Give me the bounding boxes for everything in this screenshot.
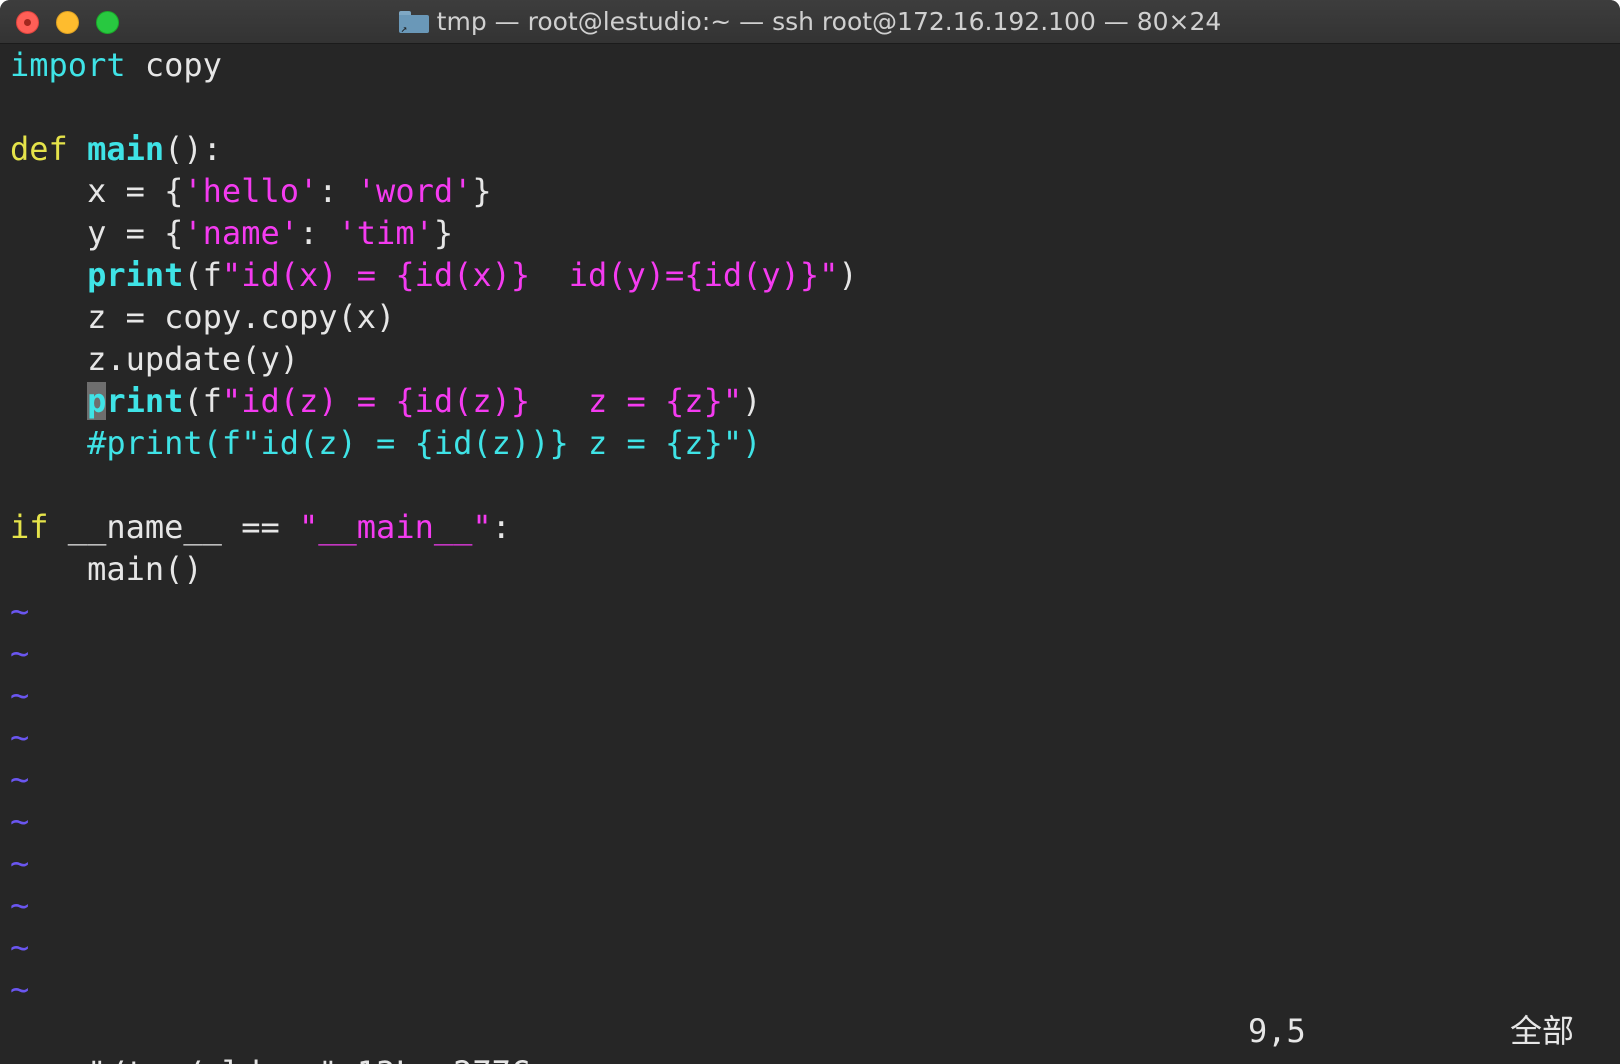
code-token: def — [10, 130, 68, 168]
code-token: ) — [838, 256, 858, 294]
code-token: 'word' — [356, 172, 473, 210]
code-token: print — [87, 256, 184, 294]
code-token: copy — [125, 46, 222, 84]
empty-line-marker[interactable]: ~ — [10, 590, 1620, 632]
code-line[interactable]: z = copy.copy(x) — [10, 296, 1620, 338]
code-token: ~ — [10, 886, 30, 924]
code-token: ~ — [10, 718, 30, 756]
code-token: ~ — [10, 676, 30, 714]
editor-buffer[interactable]: import copy def main(): x = {'hello': 'wo… — [10, 44, 1620, 1010]
code-line[interactable]: print(f"id(x) = {id(x)} id(y)={id(y)}") — [10, 254, 1620, 296]
title-bar[interactable]: ↗ tmp — root@lestudio:~ — ssh root@172.1… — [0, 0, 1620, 44]
empty-line-marker[interactable]: ~ — [10, 968, 1620, 1010]
empty-line-marker[interactable]: ~ — [10, 926, 1620, 968]
code-token: main — [87, 130, 165, 168]
code-token: ~ — [10, 592, 30, 630]
code-line[interactable]: y = {'name': 'tim'} — [10, 212, 1620, 254]
empty-line-marker[interactable]: ~ — [10, 632, 1620, 674]
code-token: y = { — [10, 214, 184, 252]
file-info: "/tmp/old.py" 13L, 277C — [87, 1054, 530, 1064]
window-title-container: ↗ tmp — root@lestudio:~ — ssh root@172.1… — [0, 0, 1620, 44]
code-token: import — [10, 46, 126, 84]
code-token: "__main__" — [298, 508, 492, 546]
code-line[interactable] — [10, 86, 1620, 128]
window-title: tmp — root@lestudio:~ — ssh root@172.16.… — [436, 7, 1222, 36]
empty-line-marker[interactable]: ~ — [10, 842, 1620, 884]
code-line[interactable] — [10, 464, 1620, 506]
code-token: ~ — [10, 970, 30, 1008]
code-line[interactable]: x = {'hello': 'word'} — [10, 170, 1620, 212]
code-token: (): — [164, 130, 222, 168]
code-token: ~ — [10, 760, 30, 798]
code-token: ~ — [10, 844, 30, 882]
code-token: } — [433, 214, 454, 252]
empty-line-marker[interactable]: ~ — [10, 716, 1620, 758]
scroll-indicator: 全部 — [1510, 1012, 1575, 1050]
code-token: #print(f"id(z) = {id(z))} z = {z}") — [10, 424, 762, 462]
code-token: z = copy.copy(x) — [10, 298, 396, 336]
code-token: ~ — [10, 928, 30, 966]
code-token: ) — [742, 382, 762, 420]
code-token: : — [318, 172, 357, 210]
code-token: rint — [106, 382, 184, 420]
empty-line-marker[interactable]: ~ — [10, 674, 1620, 716]
code-token: } — [472, 172, 492, 210]
code-line[interactable]: import copy — [10, 44, 1620, 86]
code-token: (f — [183, 382, 222, 420]
code-token: ~ — [10, 802, 30, 840]
code-line[interactable]: if __name__ == "__main__": — [10, 506, 1620, 548]
empty-line-marker[interactable]: ~ — [10, 884, 1620, 926]
code-line[interactable]: def main(): — [10, 128, 1620, 170]
terminal-window: ↗ tmp — root@lestudio:~ — ssh root@172.1… — [0, 0, 1620, 1064]
code-line[interactable]: main() — [10, 548, 1620, 590]
code-token: __name__ == — [48, 508, 299, 546]
cursor-position: 9,5 — [1248, 1012, 1306, 1050]
code-token: if — [10, 508, 49, 546]
status-line: "/tmp/old.py" 13L, 277C 9,5 全部 — [10, 1010, 1610, 1064]
folder-icon: ↗ — [398, 11, 429, 34]
code-token: 'hello' — [183, 172, 319, 210]
empty-line-marker[interactable]: ~ — [10, 758, 1620, 800]
empty-line-marker[interactable]: ~ — [10, 800, 1620, 842]
code-line[interactable]: print(f"id(z) = {id(z)} z = {z}") — [10, 380, 1620, 422]
code-line[interactable]: #print(f"id(z) = {id(z))} z = {z}") — [10, 422, 1620, 464]
code-token: ~ — [10, 634, 30, 672]
code-token: 'tim' — [337, 214, 434, 252]
code-token: : — [491, 508, 511, 546]
code-token: x = { — [10, 172, 184, 210]
code-token: main() — [10, 550, 203, 588]
code-token: 'name' — [183, 214, 299, 252]
code-line[interactable]: z.update(y) — [10, 338, 1620, 380]
code-token: "id(x) = {id(x)} id(y)={id(y)}" — [221, 256, 839, 294]
code-token: "id(z) = {id(z)} z = {z}" — [221, 382, 743, 420]
code-token: : — [298, 214, 338, 252]
text-cursor: p — [87, 382, 107, 420]
code-token: (f — [183, 256, 222, 294]
code-token: z.update(y) — [10, 340, 299, 378]
